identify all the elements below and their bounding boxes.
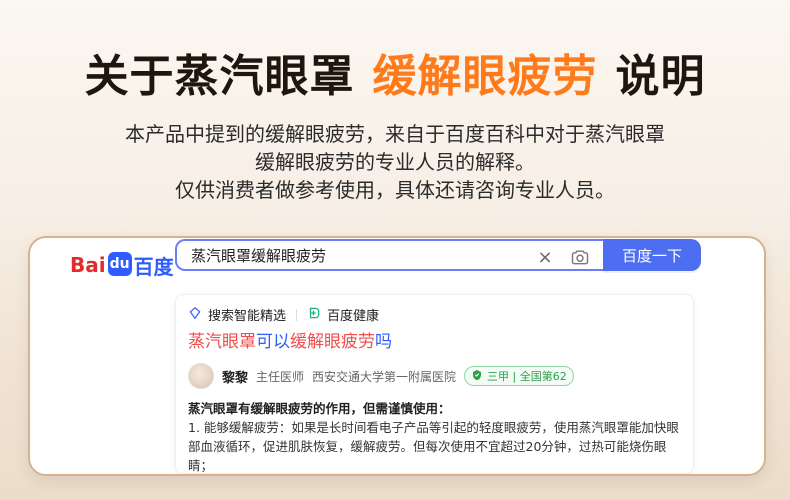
search-button[interactable]: 百度一下 [603,239,701,271]
close-icon[interactable]: × [535,247,555,268]
chip-smart-selection[interactable]: 搜索智能精选 [188,305,286,324]
author-row: 黎黎 主任医师 西安交通大学第一附属医院 三甲 | 全国第62 [188,363,681,389]
hospital-badge: 三甲 | 全国第62 [464,366,574,386]
chip-smart-selection-label: 搜索智能精选 [208,309,287,324]
chip-baidu-health-label: 百度健康 [327,309,380,324]
search-input[interactable] [189,245,523,265]
camera-icon[interactable] [569,246,591,268]
baidu-logo-cn: 百度 [133,254,174,279]
result-title[interactable]: 蒸汽眼罩可以缓解眼疲劳吗 [188,331,681,353]
shield-icon [471,369,483,384]
result-content: 蒸汽眼罩有缓解眼疲劳的作用，但需谨慎使用： 1. 能够缓解疲劳：如果是长时间看电… [188,399,681,474]
baidu-logo: Bai du 百度 [70,248,174,282]
content-line-3: 部血液循环，促进肌肤恢复，缓解疲劳。但每次使用不宜超过20分钟，过热可能烧伤眼 [188,439,667,454]
result-title-part-1: 蒸汽眼罩 [188,332,256,352]
headline-part-3: 说明 [615,51,706,102]
description: 本产品中提到的缓解眼疲劳，来自于百度百科中对于蒸汽眼罩 缓解眼疲劳的专业人员的解… [0,120,790,204]
diamond-icon [188,306,202,324]
result-title-part-4: 吗 [375,332,392,352]
author-role: 主任医师 [256,369,305,384]
baidu-paw-icon: du [107,252,132,276]
headline-part-1: 关于蒸汽眼罩 [84,51,355,102]
headline-accent: 缓解眼疲劳 [372,51,598,102]
chip-divider [296,308,298,321]
search-bar[interactable]: × [175,239,603,271]
search-result-card: 搜索智能精选 百度健康 蒸汽眼罩可以缓解眼疲劳吗 黎黎 主任医师 西安交通大学第… [175,294,694,474]
description-line-3: 仅供消费者做参考使用，具体还请咨询专业人员。 [175,178,615,202]
description-line-1: 本产品中提到的缓解眼疲劳，来自于百度百科中对于蒸汽眼罩 [125,122,665,146]
browser-search-panel: Bai du 百度 × 百度一下 搜索智能精选 [28,236,766,476]
health-icon [307,306,321,324]
result-title-part-2: 可以 [256,332,290,352]
description-line-2: 缓解眼疲劳的专业人员的解释。 [255,150,535,174]
content-line-4: 睛； [188,458,214,473]
author-hospital: 西安交通大学第一附属医院 [312,369,457,384]
hospital-badge-text: 三甲 | 全国第62 [487,370,567,383]
result-chips: 搜索智能精选 百度健康 [188,305,681,324]
chip-baidu-health[interactable]: 百度健康 [307,305,379,324]
avatar [188,363,214,389]
search-button-label: 百度一下 [621,246,682,265]
content-line-2: 1. 能够缓解疲劳：如果是长时间看电子产品等引起的轻度眼疲劳，使用蒸汽眼罩能加快… [188,420,679,435]
content-line-1: 蒸汽眼罩有缓解眼疲劳的作用，但需谨慎使用： [188,401,451,416]
headline: 关于蒸汽眼罩 缓解眼疲劳 说明 [0,40,790,104]
author-name: 黎黎 [222,370,249,386]
result-title-part-3: 缓解眼疲劳 [290,332,375,352]
baidu-logo-latin: Bai [70,253,106,277]
